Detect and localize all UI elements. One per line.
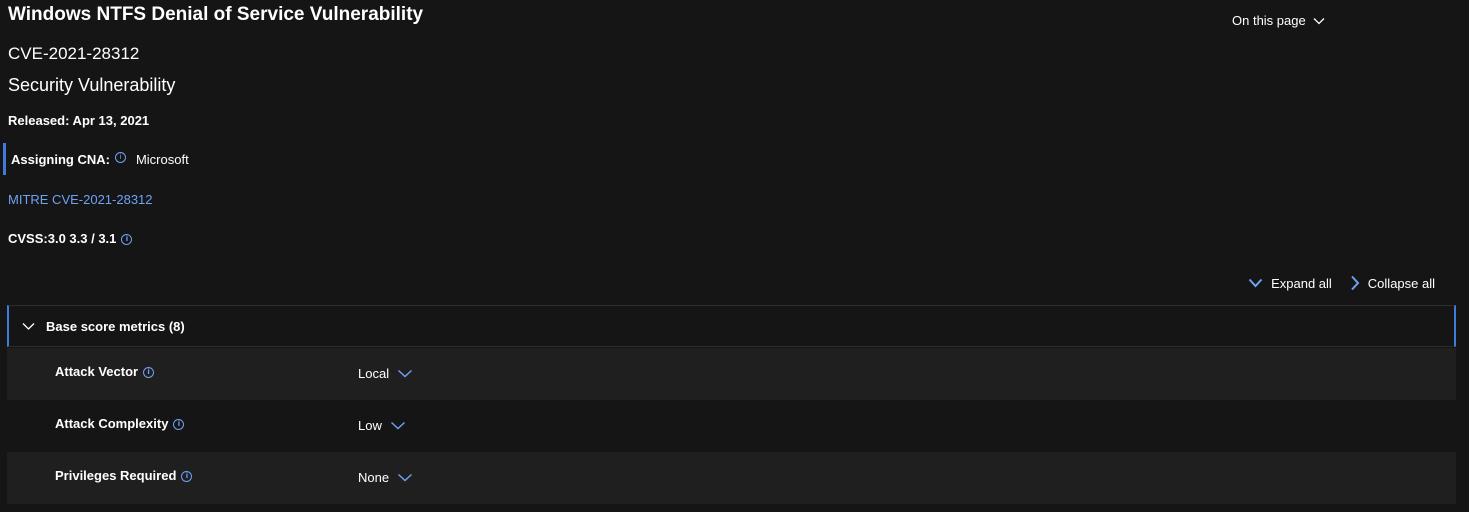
metric-label: Privileges Required (55, 468, 177, 483)
info-icon[interactable]: i (181, 471, 193, 482)
page-subtitle: Security Vulnerability (8, 75, 176, 95)
metric-name: Attack Complexity i (55, 416, 185, 432)
cna-label: Assigning CNA: (11, 151, 110, 167)
metric-label: Attack Vector (55, 364, 139, 379)
metric-row-privileges-required: Privileges Required i None (7, 452, 1456, 504)
chevron-down-icon (22, 323, 35, 330)
info-icon[interactable]: i (121, 234, 133, 245)
expand-all-label: Expand all (1271, 275, 1332, 291)
metric-name: Privileges Required i (55, 468, 193, 484)
metric-name: Attack Vector i (55, 364, 155, 380)
metric-value: None (358, 470, 390, 485)
metric-value-dropdown[interactable]: Low (358, 418, 406, 433)
mitre-link[interactable]: MITRE CVE-2021-28312 (8, 192, 153, 207)
base-score-metrics-header[interactable]: Base score metrics (8) (7, 305, 1456, 347)
info-icon[interactable]: i (143, 367, 155, 378)
on-this-page-label: On this page (1232, 13, 1306, 28)
info-icon[interactable]: i (114, 151, 126, 163)
chevron-down-icon (1248, 278, 1263, 288)
metric-row-attack-vector: Attack Vector i Local (7, 348, 1456, 400)
chevron-down-icon (398, 473, 413, 482)
chevron-down-icon (398, 369, 413, 378)
chevron-down-icon (1313, 17, 1325, 24)
info-icon[interactable]: i (173, 419, 185, 430)
chevron-down-icon (390, 421, 405, 430)
collapse-all-label: Collapse all (1367, 275, 1435, 291)
metric-value-dropdown[interactable]: None (358, 470, 413, 485)
metric-value: Low (358, 418, 382, 433)
on-this-page-dropdown[interactable]: On this page (1232, 13, 1325, 28)
chevron-right-icon (1351, 275, 1360, 291)
assigning-cna: Assigning CNA: i Microsoft (3, 143, 189, 175)
cve-id: CVE-2021-28312 (8, 44, 140, 63)
metric-value: Local (358, 366, 390, 381)
metric-value-dropdown[interactable]: Local (358, 366, 413, 381)
collapse-all-button[interactable]: Collapse all (1350, 275, 1435, 291)
cvss-text: CVSS:3.0 3.3 / 3.1 (8, 231, 117, 246)
expand-collapse-toolbar: Expand all Collapse all (1248, 275, 1435, 291)
cna-value: Microsoft (135, 151, 189, 167)
expand-all-button[interactable]: Expand all (1248, 276, 1332, 291)
cvss-score: CVSS:3.0 3.3 / 3.1 i (8, 231, 133, 247)
released-date: Released: Apr 13, 2021 (8, 113, 150, 128)
metric-row-attack-complexity: Attack Complexity i Low (7, 400, 1456, 452)
metric-label: Attack Complexity (55, 416, 169, 431)
panel-label: Base score metrics (8) (46, 318, 185, 334)
page-title: Windows NTFS Denial of Service Vulnerabi… (8, 4, 424, 25)
